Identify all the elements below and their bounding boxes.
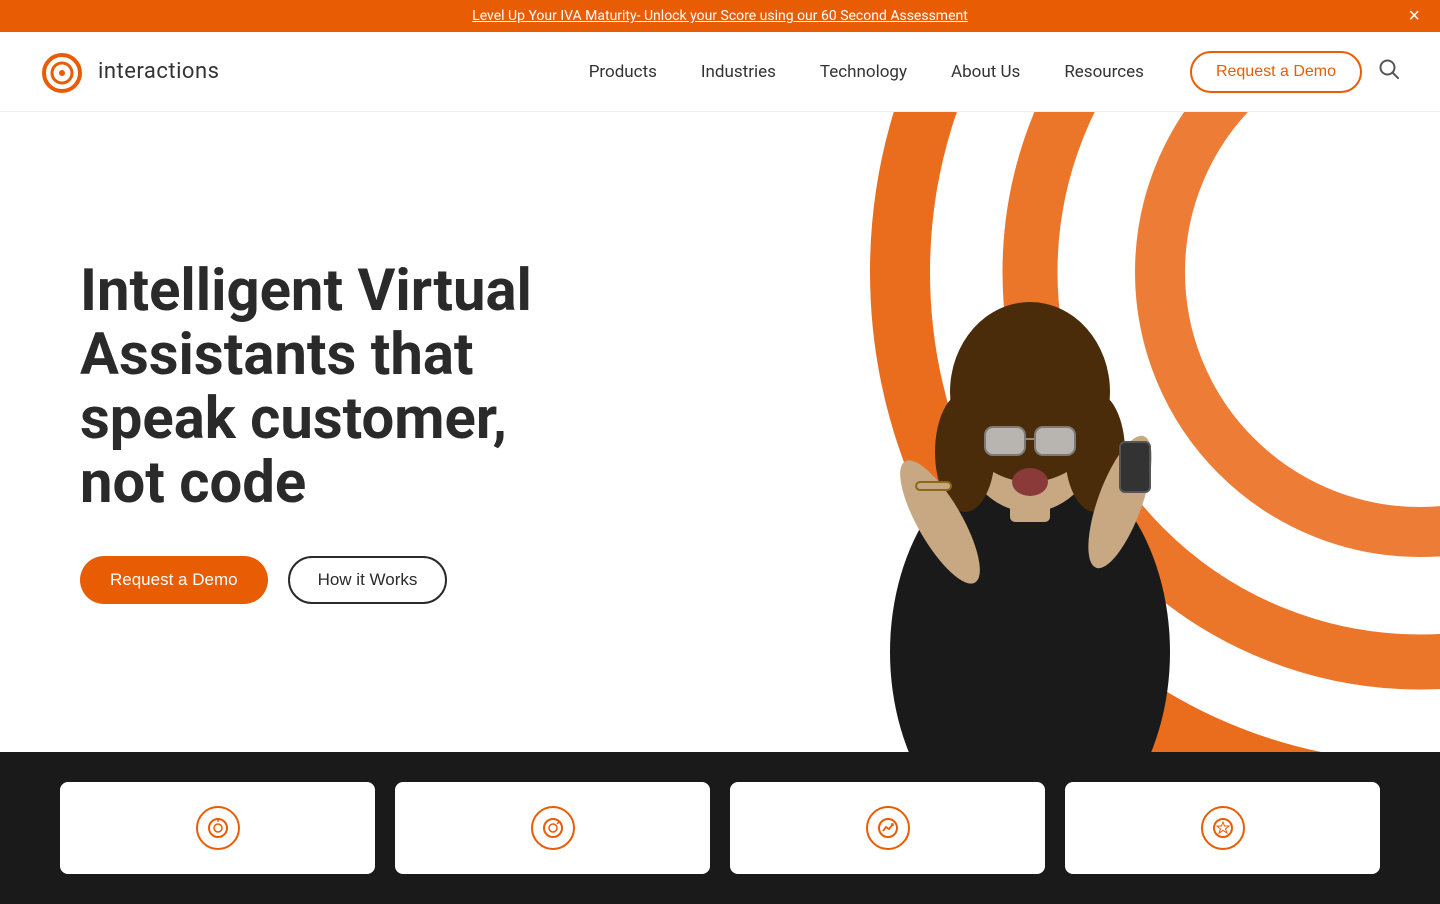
bottom-card-3 xyxy=(730,782,1045,874)
hero-how-it-works-button[interactable]: How it Works xyxy=(288,556,448,604)
banner-close-button[interactable]: × xyxy=(1408,6,1420,26)
logo-icon xyxy=(40,47,90,97)
search-icon[interactable] xyxy=(1378,58,1400,86)
hero-headline: Intelligent Virtual Assistants that spea… xyxy=(80,260,540,515)
promo-banner: Level Up Your IVA Maturity- Unlock your … xyxy=(0,0,1440,32)
bottom-card-icon-4 xyxy=(1201,806,1245,850)
nav-item-industries[interactable]: Industries xyxy=(679,62,798,82)
banner-link[interactable]: Level Up Your IVA Maturity- Unlock your … xyxy=(472,8,968,24)
bottom-card-icon-1 xyxy=(196,806,240,850)
navbar: interactions Products Industries Technol… xyxy=(0,32,1440,112)
nav-request-demo-button[interactable]: Request a Demo xyxy=(1190,51,1362,93)
hero-image xyxy=(820,172,1240,752)
hero-woman-illustration xyxy=(820,172,1240,752)
bottom-card-icon-2 xyxy=(531,806,575,850)
nav-item-technology[interactable]: Technology xyxy=(798,62,929,82)
hero-content: Intelligent Virtual Assistants that spea… xyxy=(0,200,620,663)
nav-item-products[interactable]: Products xyxy=(567,62,679,82)
bottom-cards-bar xyxy=(0,752,1440,904)
nav-item-about-us[interactable]: About Us xyxy=(929,62,1042,82)
nav-links: Products Industries Technology About Us … xyxy=(567,62,1166,82)
bottom-card-1 xyxy=(60,782,375,874)
hero-buttons: Request a Demo How it Works xyxy=(80,556,540,604)
nav-item-resources[interactable]: Resources xyxy=(1042,62,1166,82)
hero-request-demo-button[interactable]: Request a Demo xyxy=(80,556,268,604)
logo[interactable]: interactions xyxy=(40,47,219,97)
bottom-card-icon-3 xyxy=(866,806,910,850)
hero-section: Intelligent Virtual Assistants that spea… xyxy=(0,112,1440,752)
bottom-card-4 xyxy=(1065,782,1380,874)
bottom-card-2 xyxy=(395,782,710,874)
logo-text: interactions xyxy=(98,59,219,84)
